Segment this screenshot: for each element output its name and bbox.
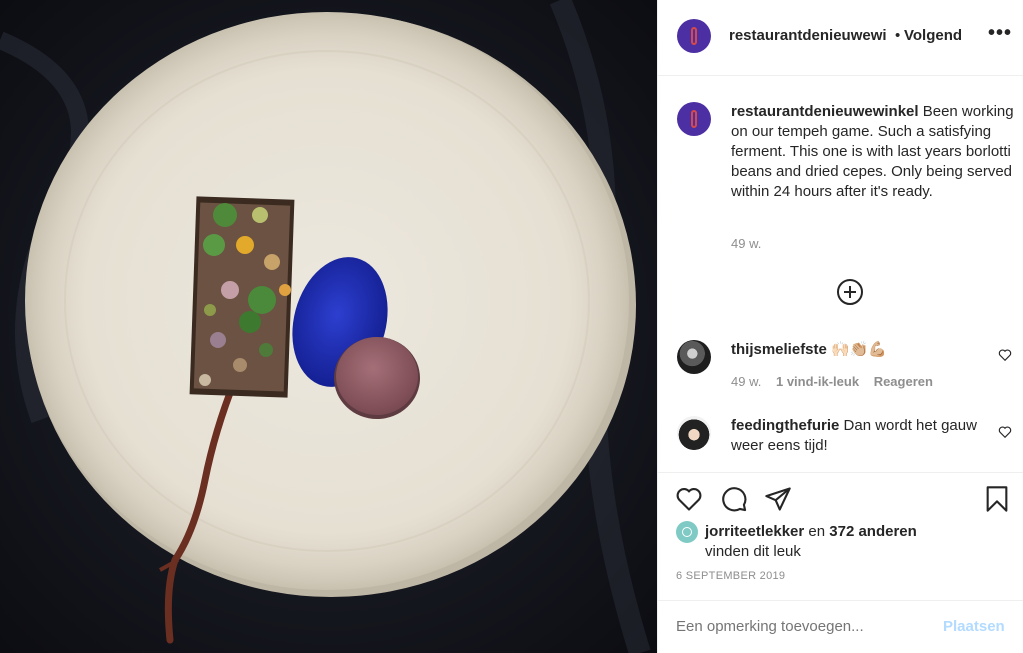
likes-count-link[interactable]: 372 anderen (829, 523, 917, 540)
post-comment-button[interactable]: Plaatsen (943, 618, 1005, 635)
post-photo[interactable] (0, 0, 657, 653)
likes-summary: jorriteetlekker en 372 anderen vinden di… (705, 522, 1005, 562)
share-paper-plane-icon[interactable] (764, 485, 792, 513)
comment-username-link[interactable]: thijsmeliefste (731, 341, 827, 358)
account-avatar[interactable] (677, 19, 711, 53)
more-dots-icon[interactable]: ••• (988, 22, 1012, 45)
likes-conjunction: en (804, 523, 830, 540)
comment-item: feedingthefurie Dan wordt het gauw weer … (731, 416, 981, 456)
post-caption: restaurantdenieuwewinkel Been working on… (731, 102, 1016, 202)
actions-divider (658, 472, 1023, 473)
liker-avatar[interactable] (676, 521, 698, 543)
comment-heart-icon[interactable] (998, 348, 1012, 362)
post-sidebar: restaurantdenieuwewi • Volgend ••• resta… (657, 0, 1023, 653)
comment-input[interactable] (676, 618, 936, 635)
comment-heart-icon[interactable] (998, 425, 1012, 439)
comment-text: 🙌🏻👏🏼💪🏼 (831, 341, 888, 358)
header-separator: • (895, 27, 901, 44)
food-plate-image (0, 0, 657, 653)
caption-timestamp[interactable]: 49 w. (731, 236, 761, 251)
comment-avatar[interactable] (677, 416, 711, 450)
comment-likes-link[interactable]: 1 vind-ik-leuk (776, 374, 859, 389)
comment-avatar[interactable] (677, 340, 711, 374)
bookmark-icon[interactable] (983, 485, 1011, 513)
likes-suffix: vinden dit leuk (705, 543, 801, 560)
caption-username-link[interactable]: restaurantdenieuwewinkel (731, 103, 919, 120)
add-comment-bar: Plaatsen (658, 600, 1023, 653)
account-name-link[interactable]: restaurantdenieuwewi (729, 27, 887, 44)
plus-circle-icon[interactable] (837, 279, 863, 305)
restaurant-logo-icon (691, 110, 697, 128)
post-header: restaurantdenieuwewi • Volgend ••• (658, 0, 1023, 76)
comment-item: thijsmeliefste 🙌🏻👏🏼💪🏼 (731, 340, 981, 360)
liker-logo-icon (682, 527, 692, 537)
reply-button[interactable]: Reageren (874, 374, 933, 389)
comment-timestamp[interactable]: 49 w. (731, 374, 761, 389)
post-date[interactable]: 6 september 2019 (676, 570, 785, 582)
following-button[interactable]: Volgend (904, 27, 962, 44)
comment-username-link[interactable]: feedingthefurie (731, 417, 839, 434)
liker-username-link[interactable]: jorriteetlekker (705, 523, 804, 540)
heart-icon[interactable] (675, 485, 703, 513)
caption-avatar[interactable] (677, 102, 711, 136)
comment-meta: 49 w. 1 vind-ik-leuk Reageren (731, 374, 944, 389)
comment-bubble-icon[interactable] (720, 485, 748, 513)
restaurant-logo-icon (691, 27, 697, 45)
